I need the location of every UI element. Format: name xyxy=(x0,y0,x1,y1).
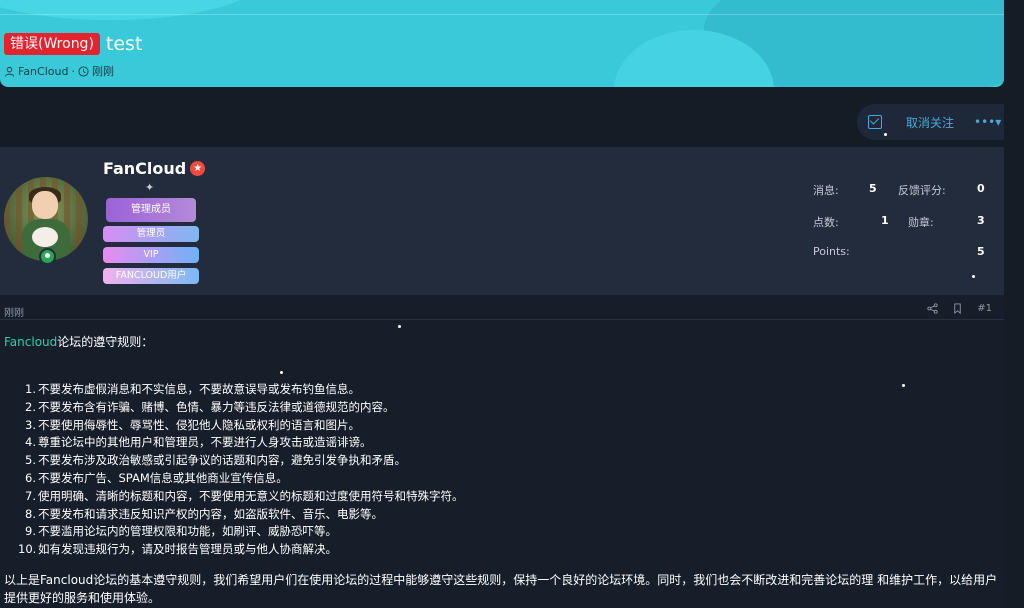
prefix-badge[interactable]: 错误(Wrong) xyxy=(4,33,100,55)
username-link[interactable]: FanCloud xyxy=(103,159,186,178)
thread-meta: FanCloud · 刚刚 xyxy=(4,63,114,79)
post-time[interactable]: 刚刚 xyxy=(4,304,24,319)
thread-title: test xyxy=(105,33,143,55)
thread-time[interactable]: 刚刚 xyxy=(92,63,114,79)
medals-value[interactable]: 3 xyxy=(977,214,985,227)
post-intro: Fancloud论坛的遵守规则： xyxy=(4,333,153,350)
points-en-label: Points: xyxy=(813,245,850,258)
thread-header: 错误(Wrong) test FanCloud · 刚刚 xyxy=(0,0,1004,87)
snow-decoration xyxy=(398,325,401,328)
list-item: 10. 如有发现违规行为，请及时报告管理员或与他人协商解决。 xyxy=(18,542,337,557)
thread-title-row: 错误(Wrong) test xyxy=(4,33,142,55)
snow-decoration xyxy=(972,275,975,278)
thread-actions-bar: 取消关注 •••▾ xyxy=(857,104,1004,140)
clock-icon xyxy=(78,65,89,77)
points-value[interactable]: 1 xyxy=(881,214,889,227)
rank-icon: ✦ xyxy=(145,181,155,194)
post-outro: 以上是Fancloud论坛的基本遵守规则，我们希望用户们在使用论坛的过程中能够遵… xyxy=(4,573,998,605)
online-icon xyxy=(39,248,56,265)
snow-decoration xyxy=(280,371,283,374)
list-item: 3. 不要使用侮辱性、辱骂性、侵犯他人隐私或权利的语言和图片。 xyxy=(25,417,360,432)
username-row: FanCloud ★ xyxy=(103,159,206,178)
medals-label: 勋章: xyxy=(908,216,934,229)
header-decoration xyxy=(0,0,260,20)
list-item: 2. 不要发布含有诈骗、赌博、色情、暴力等违反法律或道德规范的内容。 xyxy=(25,399,395,414)
post-actions: #1 xyxy=(927,303,992,314)
header-divider xyxy=(0,14,1004,15)
brand-name: Fancloud xyxy=(4,335,58,349)
list-item: 9. 不要滥用论坛内的管理权限和功能，如刷评、威胁恐吓等。 xyxy=(25,524,337,539)
list-item: 5. 不要发布涉及政治敏感或引起争议的话题和内容，避免引发争执和矛盾。 xyxy=(25,453,406,468)
star-icon: ★ xyxy=(190,161,206,176)
reaction-score-value: 0 xyxy=(977,182,985,195)
meta-separator: · xyxy=(71,64,75,78)
role-badge-admin: 管理员 xyxy=(103,226,199,242)
post-content: 刚刚 #1 Fancloud论坛的遵守规则： 1. 不要发布虚假消息和不实信息，不… xyxy=(0,295,1004,608)
messages-value[interactable]: 5 xyxy=(869,182,877,195)
intro-text: 论坛的遵守规则： xyxy=(57,335,154,349)
list-item: 8. 不要发布和请求违反知识产权的内容，如盗版软件、音乐、电影等。 xyxy=(25,506,383,521)
post-number[interactable]: #1 xyxy=(977,303,992,314)
snow-decoration xyxy=(902,384,905,387)
role-badge-vip: VIP xyxy=(103,247,199,263)
post-user-info: FanCloud ★ ✦ 管理成员 管理员 VIP FANCLOUD用户 消息:… xyxy=(0,147,1004,295)
snow-decoration xyxy=(884,133,887,136)
post-divider xyxy=(0,319,1004,320)
points-en-value: 5 xyxy=(977,245,985,258)
points-label: 点数: xyxy=(813,216,839,229)
role-badge-fancloud-user: FANCLOUD用户 xyxy=(103,268,199,284)
unfollow-button[interactable]: 取消关注 xyxy=(906,114,954,131)
bookmark-icon[interactable] xyxy=(952,303,963,314)
user-icon xyxy=(4,66,15,77)
list-item: 1. 不要发布虚假消息和不实信息，不要故意误导或发布钓鱼信息。 xyxy=(25,382,360,396)
list-item: 4. 尊重论坛中的其他用户和管理员，不要进行人身攻击或造谣诽谤。 xyxy=(25,435,372,450)
list-item: 6. 不要发布广告、SPAM信息或其他商业宣传信息。 xyxy=(25,470,288,485)
share-icon[interactable] xyxy=(927,303,938,314)
checkbox-icon[interactable] xyxy=(868,115,882,129)
list-item: 7. 使用明确、清晰的标题和内容，不要使用无意义的标题和过度使用符号和特殊字符。 xyxy=(25,488,464,503)
more-options-button[interactable]: •••▾ xyxy=(974,115,1001,129)
thread-author[interactable]: FanCloud xyxy=(18,65,68,78)
reaction-score-label: 反馈评分: xyxy=(898,184,946,197)
role-badge-admin-member: 管理成员 xyxy=(106,198,196,222)
messages-label: 消息: xyxy=(813,184,839,197)
rules-list: 1. 不要发布虚假消息和不实信息，不要故意误导或发布钓鱼信息。 2. 不要发布含有诈… xyxy=(18,381,464,559)
